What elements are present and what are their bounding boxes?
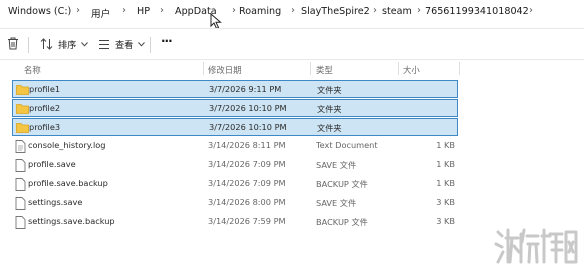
file-modified: 3/14/2026 7:09 PM <box>208 159 286 169</box>
more-options-button[interactable]: ··· <box>161 34 173 48</box>
file-size: 3 KB <box>436 216 455 226</box>
column-header-name[interactable]: 名称 <box>24 64 41 76</box>
file-size: 1 KB <box>436 178 455 188</box>
file-modified: 3/14/2026 7:59 PM <box>208 216 286 226</box>
file-type: SAVE 文件 <box>316 160 357 170</box>
folder-icon <box>16 85 29 95</box>
file-modified: 3/14/2026 8:00 PM <box>208 197 286 207</box>
breadcrumb-item-hp[interactable]: HP <box>137 6 150 17</box>
chevron-right-icon: › <box>122 5 126 16</box>
file-name: profile3 <box>29 122 61 132</box>
file-name: profile2 <box>29 103 61 113</box>
breadcrumb-item-slaythespire2[interactable]: SlayTheSpire2 <box>301 6 370 17</box>
file-row-profile-save[interactable]: profile.save 3/14/2026 7:09 PM SAVE 文件 1… <box>12 156 458 174</box>
file-row-profile2[interactable]: profile2 3/7/2026 10:10 PM 文件夹 <box>12 99 458 117</box>
file-size: 3 KB <box>436 197 455 207</box>
folder-icon <box>16 104 29 114</box>
file-icon <box>15 197 26 210</box>
file-type: SAVE 文件 <box>316 198 357 208</box>
delete-button[interactable] <box>7 37 19 50</box>
column-separator[interactable] <box>310 62 311 75</box>
file-modified: 3/7/2026 10:10 PM <box>209 122 287 132</box>
file-modified: 3/7/2026 10:10 PM <box>209 103 287 113</box>
file-type: 文件夹 <box>317 123 342 133</box>
column-separator[interactable] <box>459 62 460 75</box>
chevron-right-icon: › <box>160 5 164 16</box>
file-name: profile.save.backup <box>28 178 108 188</box>
file-icon <box>15 159 26 172</box>
breadcrumb-item-steam[interactable]: steam <box>382 6 412 17</box>
file-row-settings-save-backup[interactable]: settings.save.backup 3/14/2026 7:59 PM B… <box>12 213 458 231</box>
file-type: BACKUP 文件 <box>316 179 368 189</box>
breadcrumb-item-users[interactable]: 用户 <box>91 6 110 20</box>
file-name: profile1 <box>29 84 61 94</box>
file-size: 1 KB <box>436 140 455 150</box>
address-breadcrumb: Windows (C:) › 用户 › HP › AppData › Roami… <box>0 0 584 27</box>
column-header-size[interactable]: 大小 <box>403 64 420 76</box>
column-separator[interactable] <box>398 62 399 75</box>
sort-arrows-icon <box>40 38 53 50</box>
chevron-right-icon: › <box>417 5 421 16</box>
file-modified: 3/7/2026 9:11 PM <box>209 84 282 94</box>
chevron-right-icon: › <box>529 5 533 16</box>
file-name: settings.save <box>28 197 83 207</box>
file-row-profile-save-backup[interactable]: profile.save.backup 3/14/2026 7:09 PM BA… <box>12 175 458 193</box>
file-type: 文件夹 <box>317 104 342 114</box>
file-row-profile1[interactable]: profile1 3/7/2026 9:11 PM 文件夹 <box>12 80 458 98</box>
file-name: settings.save.backup <box>28 216 115 226</box>
file-name: console_history.log <box>28 140 106 150</box>
view-list-icon <box>99 39 109 49</box>
text-file-icon <box>15 140 26 153</box>
view-button[interactable]: 查看 <box>98 37 146 51</box>
chevron-right-icon: › <box>232 5 236 16</box>
file-modified: 3/14/2026 7:09 PM <box>208 178 286 188</box>
chevron-down-icon <box>138 41 146 47</box>
file-type: Text Document <box>316 140 378 150</box>
file-name: profile.save <box>28 159 76 169</box>
breadcrumb-item-roaming[interactable]: Roaming <box>239 6 281 17</box>
file-row-profile3[interactable]: profile3 3/7/2026 10:10 PM 文件夹 <box>12 118 458 136</box>
file-row-console-history[interactable]: console_history.log 3/14/2026 8:11 PM Te… <box>12 137 458 155</box>
view-label: 查看 <box>115 40 134 51</box>
chevron-down-icon <box>81 41 89 47</box>
column-separator[interactable] <box>203 62 204 75</box>
chevron-right-icon: › <box>373 5 377 16</box>
file-row-settings-save[interactable]: settings.save 3/14/2026 8:00 PM SAVE 文件 … <box>12 194 458 212</box>
breadcrumb-item-drive[interactable]: Windows (C:) <box>8 6 71 17</box>
sort-label: 排序 <box>58 40 77 51</box>
file-size: 1 KB <box>436 159 455 169</box>
sort-button[interactable]: 排序 <box>40 37 89 51</box>
file-icon <box>15 216 26 229</box>
file-modified: 3/14/2026 8:11 PM <box>208 140 286 150</box>
toolbar-divider <box>150 37 151 53</box>
toolbar-divider <box>28 37 29 53</box>
chevron-right-icon: › <box>291 5 295 16</box>
column-header-modified[interactable]: 修改日期 <box>208 64 242 76</box>
column-header-type[interactable]: 类型 <box>316 64 333 76</box>
watermark-logo <box>494 228 578 264</box>
file-type: 文件夹 <box>317 85 342 95</box>
folder-icon <box>16 123 29 133</box>
file-icon <box>15 178 26 191</box>
trash-icon <box>8 37 18 50</box>
breadcrumb-item-steamid[interactable]: 76561199341018042 <box>425 6 529 17</box>
file-type: BACKUP 文件 <box>316 217 368 227</box>
chevron-right-icon: › <box>76 5 80 16</box>
command-toolbar: 排序 查看 ··· <box>0 28 584 60</box>
